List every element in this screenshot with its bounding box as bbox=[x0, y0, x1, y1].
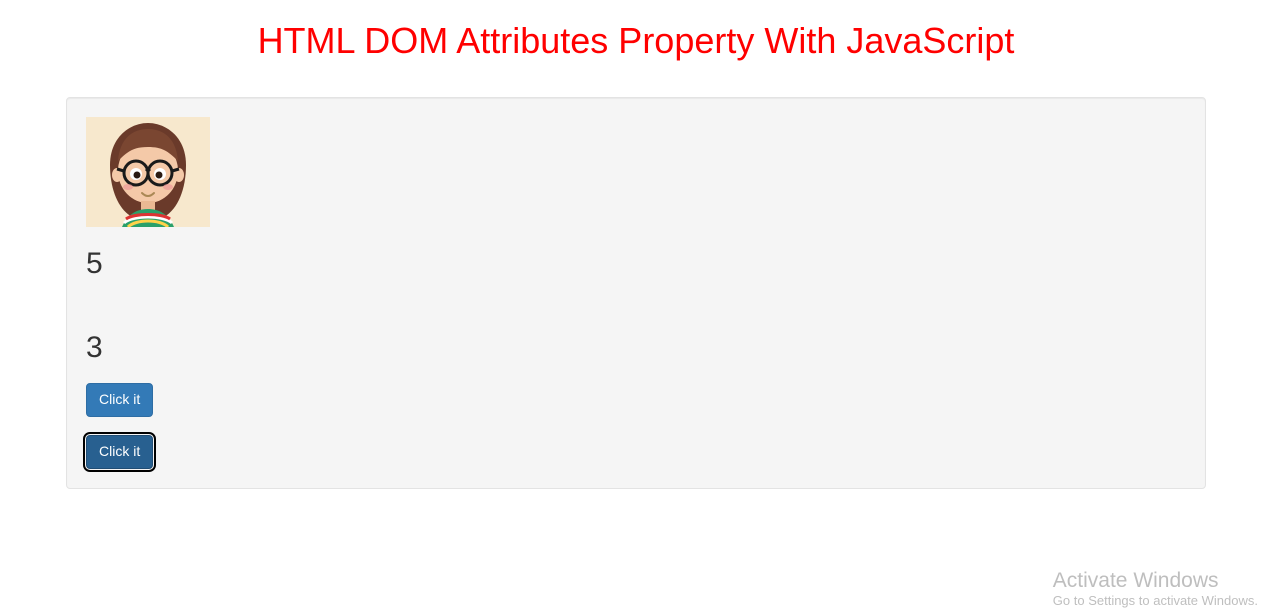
spacer bbox=[86, 291, 1186, 311]
click-it-button-2[interactable]: Click it bbox=[86, 435, 153, 469]
watermark-title: Activate Windows bbox=[1053, 568, 1258, 593]
result-output-1: 5 bbox=[86, 247, 1186, 281]
page-title: HTML DOM Attributes Property With JavaSc… bbox=[66, 20, 1206, 62]
click-it-button-1[interactable]: Click it bbox=[86, 383, 153, 417]
result-output-2: 3 bbox=[86, 331, 1186, 365]
avatar-image bbox=[86, 117, 210, 227]
girl-avatar-icon bbox=[86, 117, 210, 227]
content-well: 5 3 Click it Click it bbox=[66, 97, 1206, 489]
watermark-subtitle: Go to Settings to activate Windows. bbox=[1053, 593, 1258, 608]
windows-activation-watermark: Activate Windows Go to Settings to activ… bbox=[1053, 568, 1258, 608]
